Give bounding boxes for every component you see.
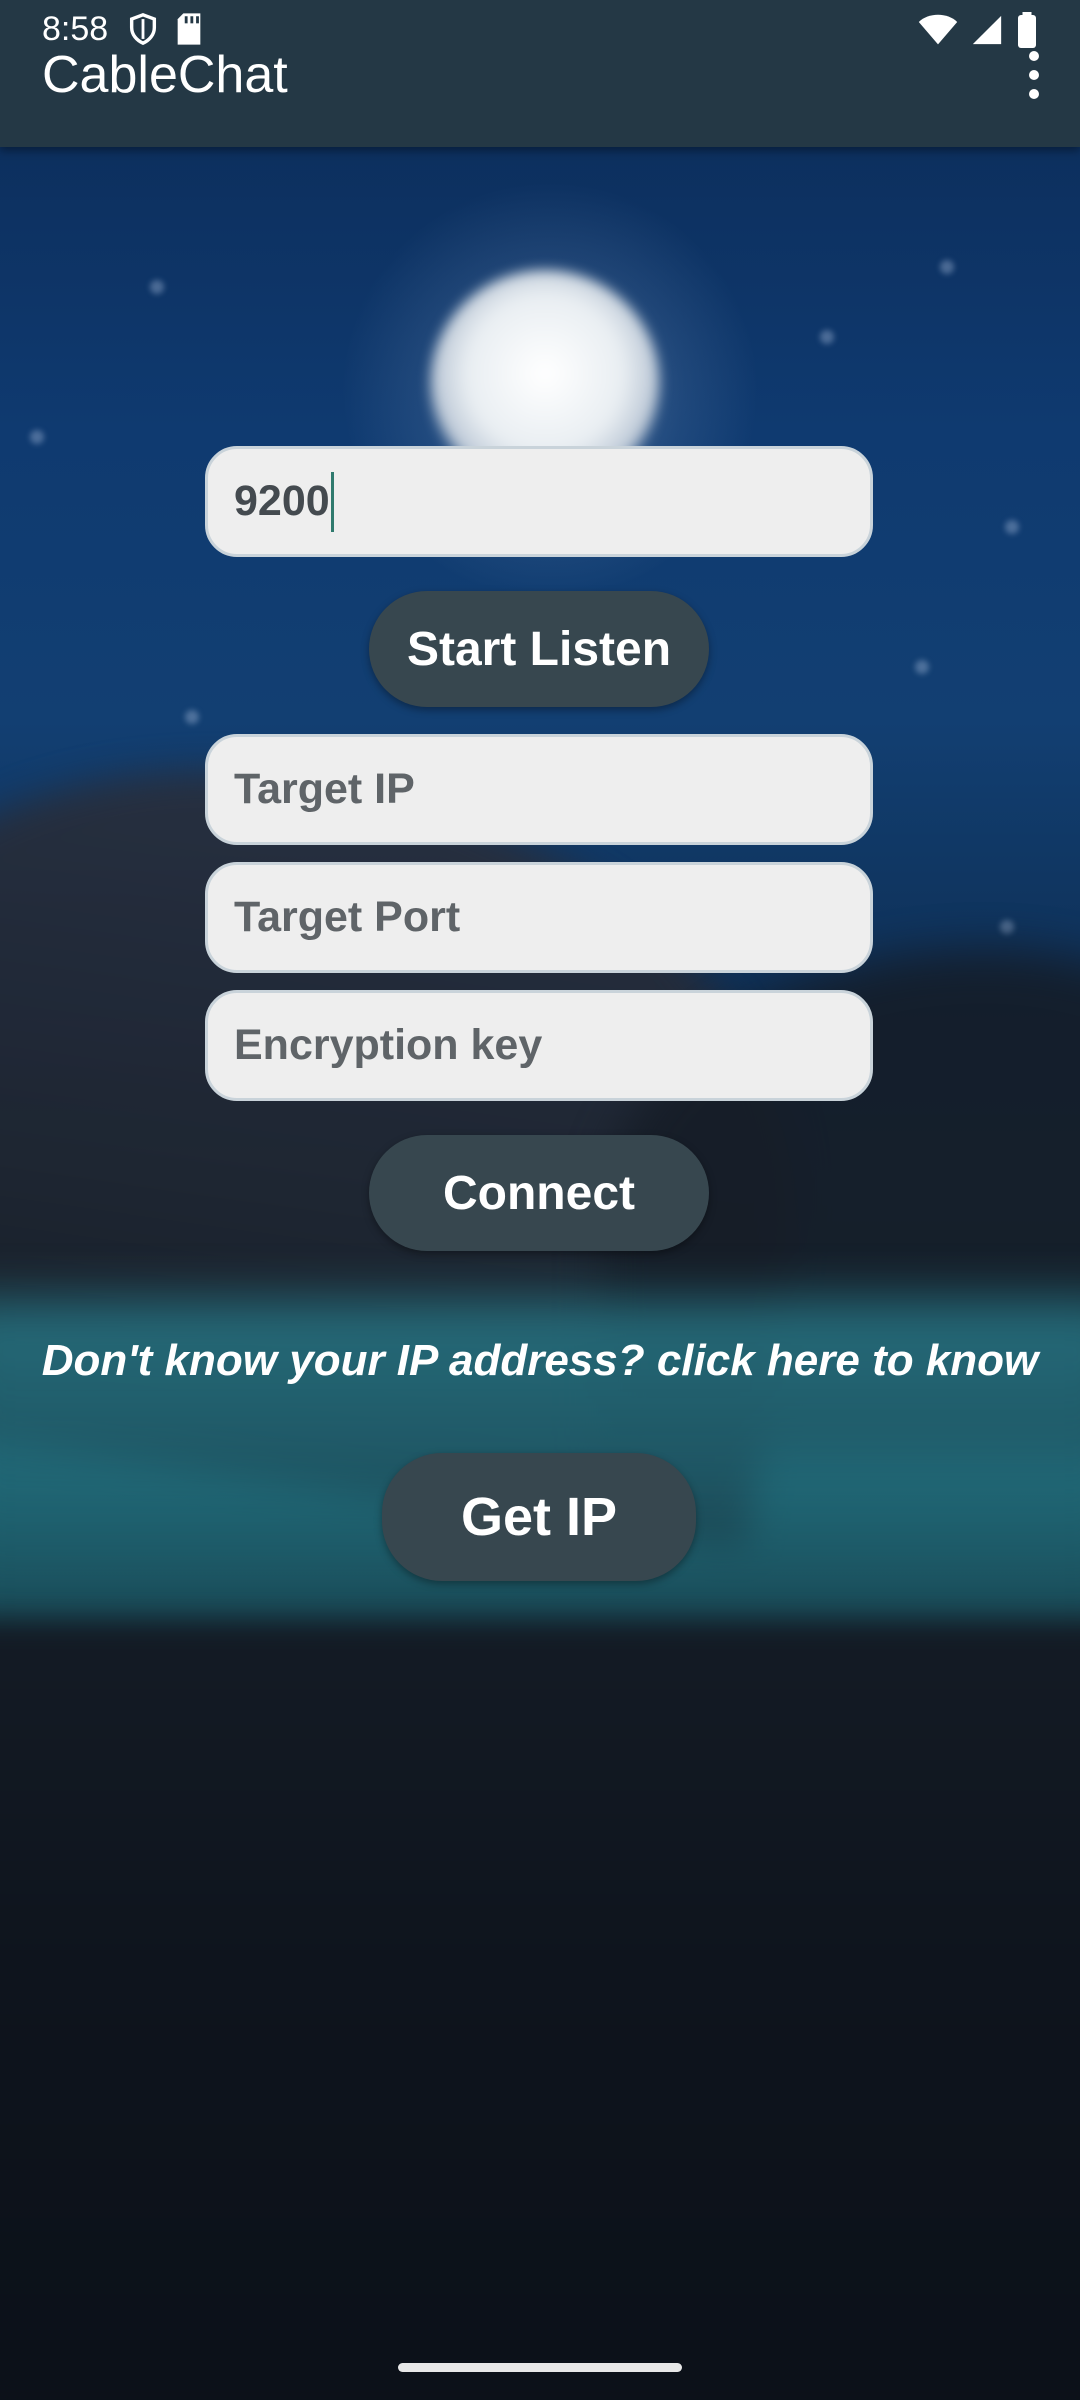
star <box>30 430 44 444</box>
start-listen-button[interactable]: Start Listen <box>369 591 709 707</box>
sd-card-icon <box>177 13 201 45</box>
home-gesture-bar[interactable] <box>398 2363 682 2372</box>
star <box>1000 920 1014 934</box>
star <box>940 260 954 274</box>
encryption-key-input[interactable]: Encryption key <box>205 990 873 1101</box>
target-port-placeholder: Target Port <box>234 893 461 941</box>
star <box>185 710 199 724</box>
star <box>150 280 164 294</box>
connect-button[interactable]: Connect <box>369 1135 709 1251</box>
signal-icon <box>972 15 1002 45</box>
get-ip-button[interactable]: Get IP <box>382 1453 696 1581</box>
ground <box>0 1620 1080 2400</box>
ip-help-link[interactable]: Don't know your IP address? click here t… <box>0 1336 1080 1386</box>
encryption-key-placeholder: Encryption key <box>234 1021 543 1069</box>
battery-icon <box>1018 12 1036 48</box>
target-port-input[interactable]: Target Port <box>205 862 873 973</box>
target-ip-placeholder: Target IP <box>234 765 415 813</box>
listen-port-input[interactable]: 9200 <box>205 446 873 557</box>
star <box>1005 520 1019 534</box>
listen-port-value: 9200 <box>234 477 330 525</box>
shield-icon <box>129 13 157 46</box>
status-bar: 8:58 <box>0 0 1080 60</box>
status-time: 8:58 <box>42 10 109 48</box>
wifi-icon <box>918 14 958 45</box>
star <box>820 330 834 344</box>
target-ip-input[interactable]: Target IP <box>205 734 873 845</box>
text-cursor <box>330 471 334 532</box>
star <box>915 660 929 674</box>
